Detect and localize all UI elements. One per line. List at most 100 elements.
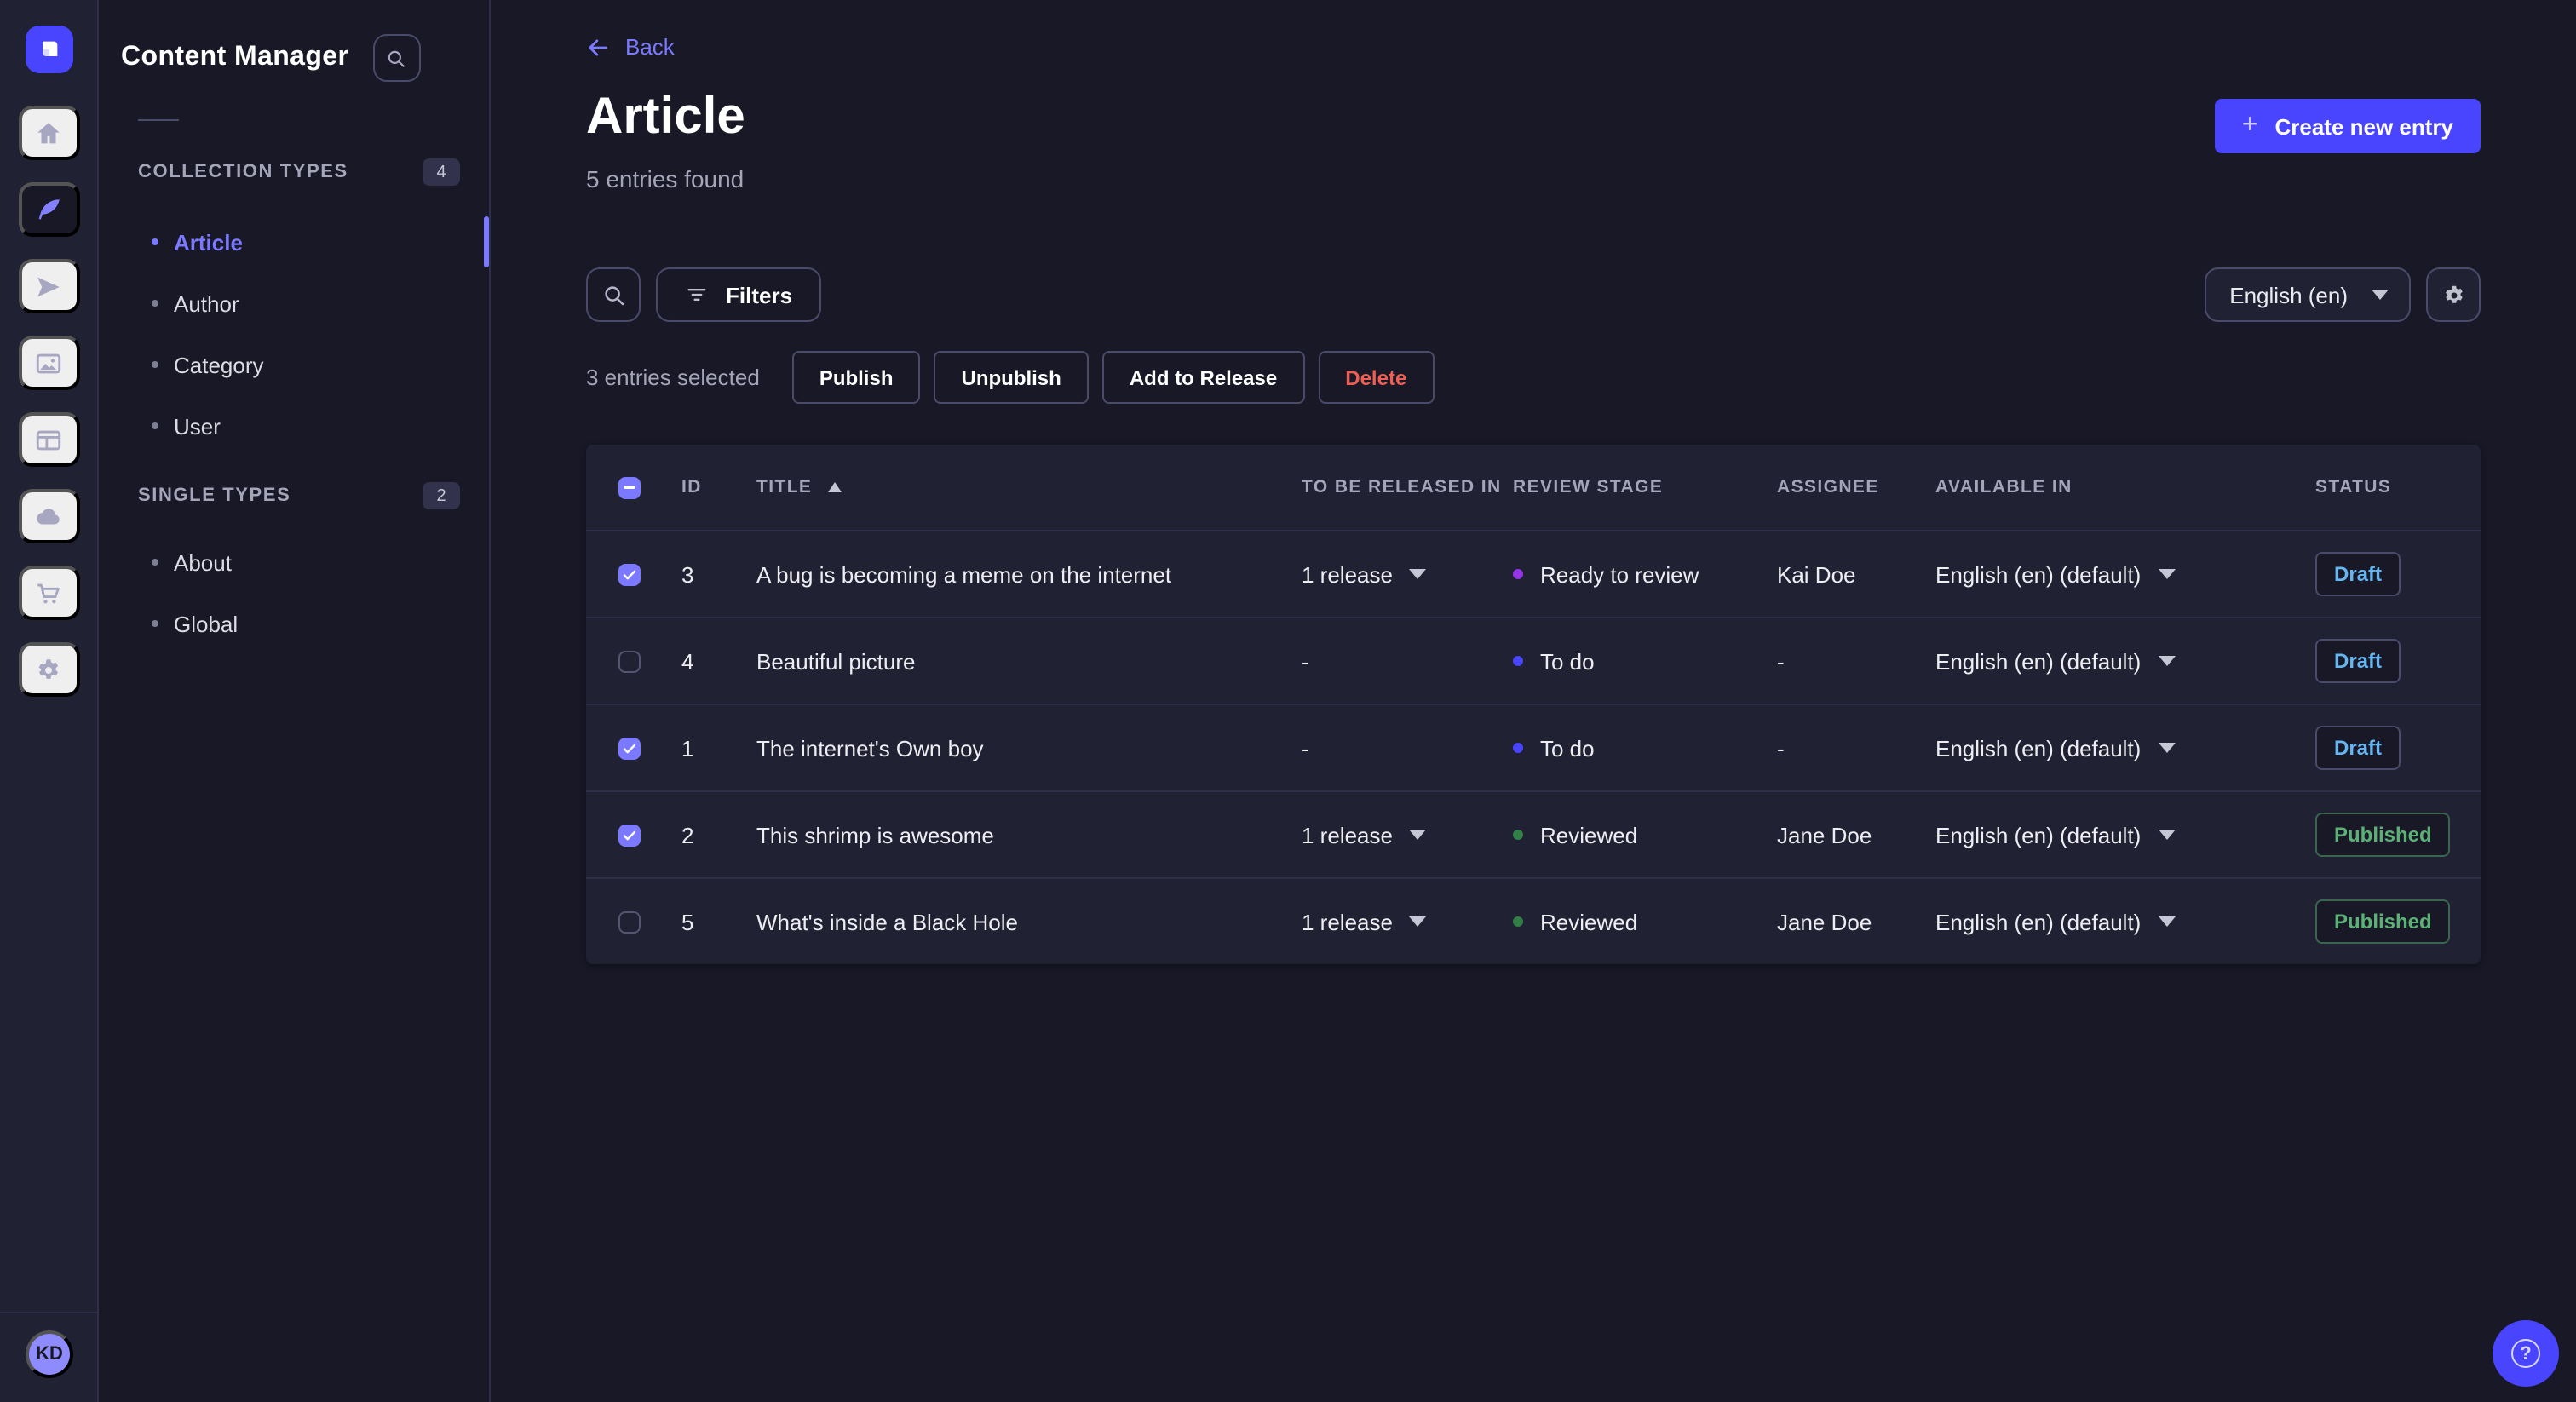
cell-id: 3 (681, 561, 694, 587)
cell-release-dropdown[interactable]: 1 release (1302, 909, 1513, 934)
cell-review-stage: Ready to review (1513, 561, 1777, 587)
cell-locale-dropdown[interactable]: English (en) (default) (1935, 648, 2315, 674)
status-badge: Published (2315, 899, 2451, 944)
column-header-title[interactable]: TITLE (756, 477, 1302, 497)
cell-review-stage: Reviewed (1513, 822, 1777, 848)
subnav-divider (138, 119, 179, 121)
unpublish-button[interactable]: Unpublish (934, 351, 1089, 404)
column-header-stage[interactable]: REVIEW STAGE (1513, 477, 1777, 497)
sidebar-item-user[interactable]: User (152, 412, 221, 440)
releases-paper-plane-icon[interactable] (18, 259, 79, 313)
chevron-down-icon (2158, 743, 2176, 753)
chevron-down-icon (2372, 290, 2389, 300)
sort-ascending-icon (827, 482, 842, 492)
help-button[interactable]: ? (2493, 1320, 2559, 1387)
chevron-down-icon (1409, 569, 1427, 579)
chevron-down-icon (2158, 830, 2176, 840)
bullet-icon (152, 361, 158, 368)
deploy-cloud-icon[interactable] (18, 489, 79, 543)
table-row[interactable]: 5 What's inside a Black Hole 1 release R… (586, 877, 2481, 964)
content-manager-subnav: Content Manager COLLECTION TYPES 4 Artic… (99, 0, 491, 1402)
table-row[interactable]: 1 The internet's Own boy - To do - Engli… (586, 704, 2481, 790)
locale-select[interactable]: English (en) (2204, 267, 2411, 322)
content-manager-feather-icon[interactable] (18, 182, 79, 237)
table-row[interactable]: 3 A bug is becoming a meme on the intern… (586, 530, 2481, 617)
view-settings-button[interactable] (2426, 267, 2481, 322)
home-icon[interactable] (18, 106, 79, 160)
column-header-id[interactable]: ID (681, 477, 756, 497)
column-header-assignee[interactable]: ASSIGNEE (1777, 477, 1935, 497)
bullet-icon (152, 238, 158, 245)
back-link[interactable]: Back (586, 34, 675, 60)
cell-release-dropdown[interactable]: 1 release (1302, 822, 1513, 848)
cell-id: 2 (681, 822, 694, 848)
cell-title: The internet's Own boy (756, 735, 984, 761)
sidebar-item-author[interactable]: Author (152, 290, 239, 317)
strapi-logo[interactable] (26, 26, 73, 73)
cell-release: - (1302, 735, 1309, 761)
select-all-checkbox[interactable] (618, 476, 641, 498)
cell-assignee: Jane Doe (1777, 822, 1872, 848)
subnav-title: Content Manager (121, 43, 349, 72)
sidebar-item-about[interactable]: About (152, 549, 232, 576)
status-badge: Draft (2315, 552, 2401, 596)
cell-title: What's inside a Black Hole (756, 909, 1018, 934)
cell-release-dropdown[interactable]: 1 release (1302, 561, 1513, 587)
sidebar-item-category[interactable]: Category (152, 351, 264, 378)
cell-locale-dropdown[interactable]: English (en) (default) (1935, 561, 2315, 587)
collection-types-label: COLLECTION TYPES (138, 162, 348, 182)
row-checkbox[interactable] (618, 563, 641, 585)
bulk-actions-bar: 3 entries selected Publish Unpublish Add… (586, 351, 1435, 404)
sidebar-item-article[interactable]: Article (152, 228, 243, 256)
bullet-icon (152, 300, 158, 307)
settings-gear-icon[interactable] (18, 642, 79, 697)
subnav-search-button[interactable] (372, 34, 421, 82)
chevron-down-icon (2158, 656, 2176, 666)
row-checkbox[interactable] (618, 737, 641, 759)
cell-locale-dropdown[interactable]: English (en) (default) (1935, 822, 2315, 848)
cell-id: 5 (681, 909, 694, 934)
stage-dot (1513, 743, 1523, 753)
subnav-scrollbar-thumb[interactable] (484, 216, 489, 267)
search-button[interactable] (586, 267, 641, 322)
column-header-release[interactable]: TO BE RELEASED IN (1302, 477, 1513, 497)
stage-dot (1513, 916, 1523, 927)
status-badge: Published (2315, 813, 2451, 857)
page-title: Article (586, 89, 745, 145)
sidebar-item-global[interactable]: Global (152, 610, 238, 637)
stage-dot (1513, 569, 1523, 579)
column-header-status[interactable]: STATUS (2315, 477, 2481, 497)
main-content: Back Article 5 entries found + Create ne… (491, 0, 2576, 1402)
user-avatar[interactable]: KD (26, 1330, 73, 1378)
cell-review-stage: To do (1513, 648, 1777, 674)
stage-dot (1513, 656, 1523, 666)
bullet-icon (152, 620, 158, 627)
content-type-builder-layout-icon[interactable] (18, 412, 79, 467)
table-row[interactable]: 2 This shrimp is awesome 1 release Revie… (586, 790, 2481, 877)
delete-button[interactable]: Delete (1318, 351, 1435, 404)
row-checkbox[interactable] (618, 650, 641, 672)
media-library-images-icon[interactable] (18, 336, 79, 390)
row-checkbox[interactable] (618, 911, 641, 933)
cell-assignee: - (1777, 735, 1785, 761)
filters-button[interactable]: Filters (656, 267, 822, 322)
publish-button[interactable]: Publish (791, 351, 921, 404)
single-types-label: SINGLE TYPES (138, 486, 291, 506)
cell-assignee: Kai Doe (1777, 561, 1856, 587)
cell-release: - (1302, 648, 1309, 674)
cell-locale-dropdown[interactable]: English (en) (default) (1935, 735, 2315, 761)
cell-id: 1 (681, 735, 694, 761)
create-new-entry-button[interactable]: + Create new entry (2214, 99, 2481, 153)
search-icon (388, 49, 405, 66)
marketplace-cart-icon[interactable] (18, 566, 79, 620)
status-badge: Draft (2315, 639, 2401, 683)
cell-locale-dropdown[interactable]: English (en) (default) (1935, 909, 2315, 934)
status-badge: Draft (2315, 726, 2401, 770)
entries-count: 5 entries found (586, 165, 745, 192)
add-to-release-button[interactable]: Add to Release (1101, 351, 1305, 404)
table-row[interactable]: 4 Beautiful picture - To do - English (e… (586, 617, 2481, 704)
collection-types-count-badge: 4 (423, 158, 460, 186)
column-header-available[interactable]: AVAILABLE IN (1935, 477, 2315, 497)
cell-title: Beautiful picture (756, 648, 916, 674)
row-checkbox[interactable] (618, 824, 641, 846)
